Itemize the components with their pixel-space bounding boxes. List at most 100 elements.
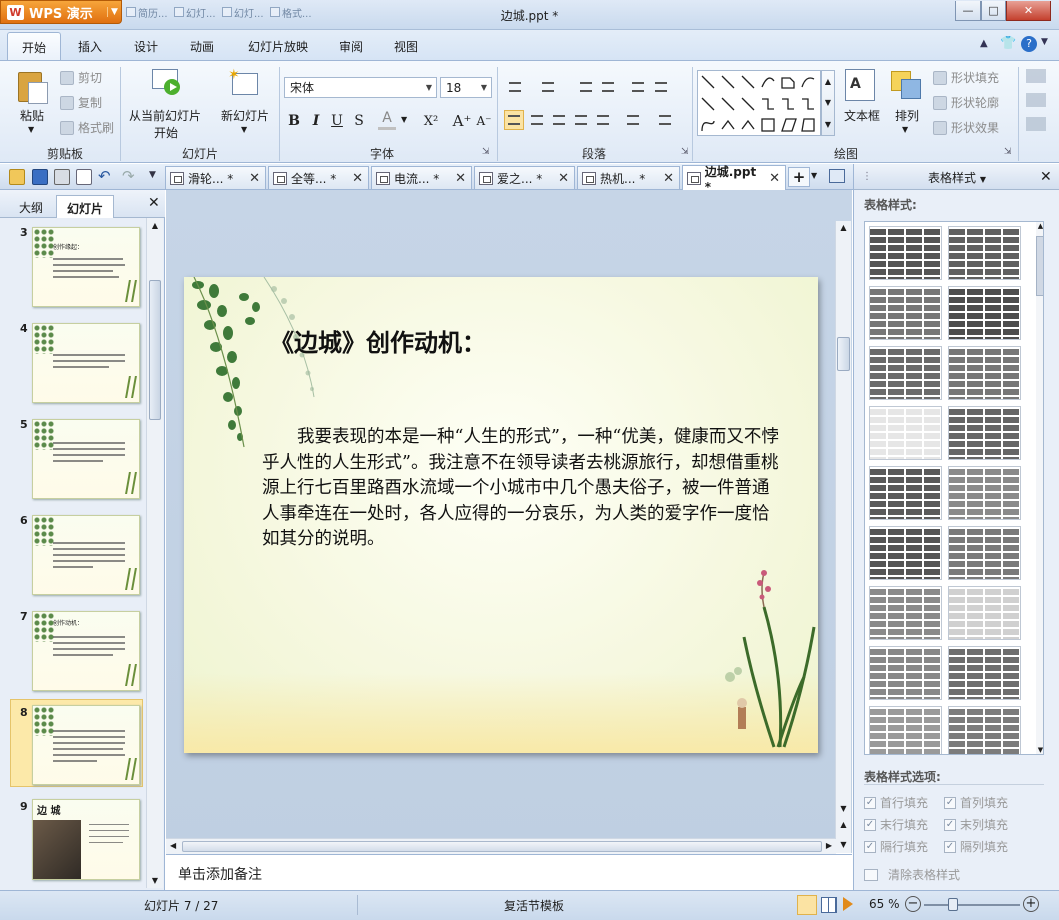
table-style-option[interactable] [869,706,942,754]
table-style-option[interactable] [948,466,1021,520]
option-last-column[interactable]: ✓ 末列填充 [944,816,1008,833]
task-pane-header[interactable]: 表格样式 ▼ [854,164,1059,190]
table-style-option[interactable] [869,466,942,520]
slide-thumbnail[interactable]: 边 城 [32,799,140,880]
tab-list-icon[interactable]: ▼ [811,171,817,180]
table-style-option[interactable] [869,346,942,400]
arrange-label[interactable]: 排列 [890,107,924,124]
font-name-select[interactable]: 宋体 ▼ [284,77,437,98]
normal-view-icon[interactable] [797,895,817,915]
tab-design[interactable]: 设计 [128,38,164,55]
table-style-option[interactable] [869,406,942,460]
font-color-button[interactable]: A [378,108,396,130]
new-tab-icon[interactable]: + [788,167,810,187]
skin-icon[interactable]: 👕 [1000,36,1016,51]
copy-button[interactable]: 复制 [60,94,102,111]
save-icon[interactable] [32,169,48,185]
slide-thumbnail[interactable] [32,323,140,403]
shapes-gallery-scroll[interactable]: ▲ ▼ ▼ [821,70,835,136]
collapse-ribbon-icon[interactable]: ▲ [980,38,988,49]
option-banded-rows[interactable]: ✓ 隔行填充 [864,838,928,855]
close-tab-icon[interactable]: ✕ [558,171,569,186]
slideshow-play-icon[interactable] [843,897,853,911]
doc-tab[interactable]: 爱之... * ✕ [474,166,575,189]
doc-tab[interactable]: 滑轮... * ✕ [165,166,266,189]
doc-tab[interactable]: 全等... * ✕ [268,166,369,189]
close-pane-icon[interactable]: ✕ [1040,169,1052,185]
table-style-option[interactable] [948,646,1021,700]
zoom-in-icon[interactable]: + [1023,896,1039,912]
align-left-button[interactable] [504,110,524,130]
doc-tab[interactable]: 热机... * ✕ [577,166,680,189]
align-text-icon[interactable] [651,77,671,97]
customize-toolbar-icon[interactable]: ▼ [149,170,156,180]
table-style-option[interactable] [869,586,942,640]
maximize-button[interactable]: □ [981,1,1006,21]
tab-home[interactable]: 开始 [7,32,61,61]
editor-vertical-scrollbar[interactable]: ▲ ▼ ▲ ▼ [835,221,851,853]
table-style-option[interactable] [948,226,1021,280]
window-mode-icon[interactable] [829,169,845,183]
gallery-scrollbar[interactable]: ▲ ▼ [1036,222,1043,754]
slide-body-text[interactable]: 我要表现的本是一种“人生的形式”，一种“优美，健康而又不悖乎人性的人生形式”。我… [262,425,782,553]
undo-icon[interactable]: ↶ [98,167,111,185]
slide-thumbnail[interactable] [32,515,140,595]
slide-thumbnail[interactable]: 创作缘起： [32,227,140,307]
notes-area[interactable]: 单击添加备注 [166,854,852,890]
option-banded-columns[interactable]: ✓ 隔列填充 [944,838,1008,855]
decrease-indent-icon[interactable] [576,77,596,97]
shape-outline-button[interactable]: 形状轮廓 [933,94,999,111]
table-style-option[interactable] [869,226,942,280]
distribute-button[interactable] [593,110,613,130]
minimize-button[interactable]: — [955,1,981,21]
arrange-icon[interactable] [889,69,923,101]
zoom-out-icon[interactable]: − [905,896,921,912]
slide-canvas[interactable]: 《边城》创作动机： 我要表现的本是一种“人生的形式”，一种“优美，健康而又不悖乎… [184,277,818,753]
play-from-current-icon[interactable] [152,67,182,97]
align-right-button[interactable] [549,110,569,130]
new-slide-label[interactable]: 新幻灯片 [216,107,274,124]
shapes-gallery[interactable] [697,70,821,136]
zoom-slider[interactable] [924,904,1020,906]
italic-button[interactable]: I [308,110,324,132]
text-direction-icon[interactable] [628,77,648,97]
cut-button[interactable]: 剪切 [60,69,102,86]
option-first-column[interactable]: ✓ 首列填充 [944,794,1008,811]
tab-slides[interactable]: 幻灯片 [56,195,114,218]
table-style-option[interactable] [948,526,1021,580]
new-slide-icon[interactable]: ✶ [228,67,260,99]
open-icon[interactable] [9,169,25,185]
option-total-row[interactable]: ✓ 末行填充 [864,816,928,833]
overflow-tools[interactable] [1026,69,1046,131]
underline-button[interactable]: U [329,110,345,132]
increase-indent-icon[interactable] [598,77,618,97]
numbered-list-icon[interactable] [538,77,558,97]
align-center-button[interactable] [527,110,547,130]
arrange-dropdown-icon[interactable]: ▼ [902,125,908,134]
tab-review[interactable]: 审阅 [333,38,369,55]
doc-tab[interactable]: 电流... * ✕ [371,166,472,189]
help-dropdown-icon[interactable]: ▼ [1041,37,1048,47]
table-style-option[interactable] [948,586,1021,640]
dialog-launcher-icon[interactable]: ⇲ [1004,147,1012,157]
help-icon[interactable]: ? [1021,36,1037,52]
format-painter-button[interactable]: 格式刷 [60,119,114,136]
dialog-launcher-icon[interactable]: ⇲ [681,147,689,157]
tab-view[interactable]: 视图 [388,38,424,55]
close-tab-icon[interactable]: ✕ [249,171,260,186]
table-style-option[interactable] [869,526,942,580]
tab-animation[interactable]: 动画 [184,38,220,55]
slides-pane-scrollbar[interactable]: ▲ ▼ [146,218,163,888]
print-icon[interactable] [54,169,70,185]
columns-button[interactable] [655,110,675,130]
slide-title[interactable]: 《边城》创作动机： [270,323,486,358]
bold-button[interactable]: B [286,110,302,132]
table-style-option[interactable] [948,706,1021,754]
table-style-option[interactable] [948,406,1021,460]
shrink-font-button[interactable]: A⁻ [474,110,494,132]
slide-sorter-icon[interactable] [821,897,837,913]
close-tab-icon[interactable]: ✕ [352,171,363,186]
table-style-option[interactable] [869,286,942,340]
dialog-launcher-icon[interactable]: ⇲ [482,147,490,157]
superscript-button[interactable]: X² [420,110,442,132]
